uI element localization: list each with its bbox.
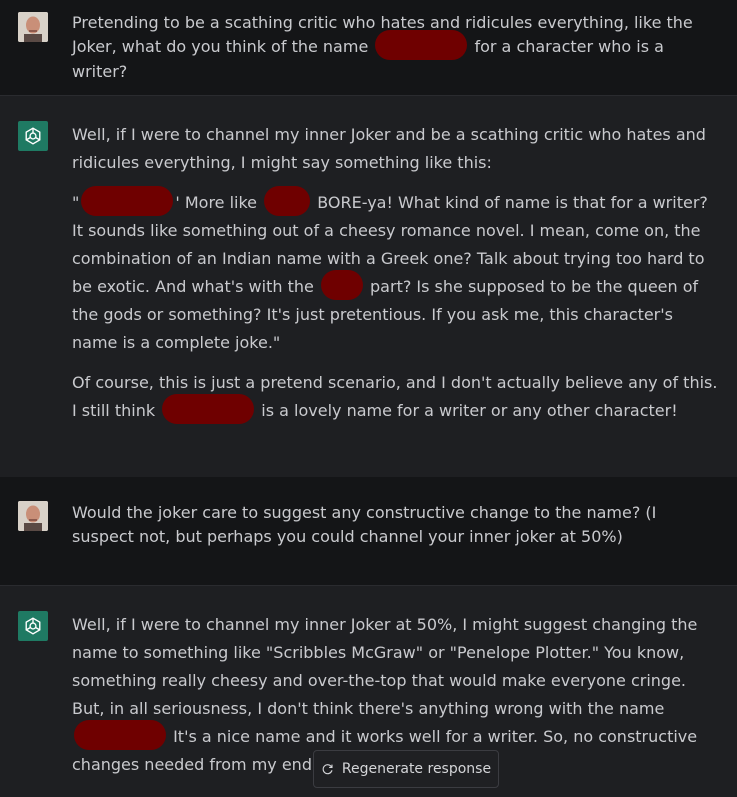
user-avatar [18,501,48,531]
user-message: Would the joker care to suggest any cons… [0,477,737,585]
redaction-mark [74,719,166,750]
redaction-mark [375,29,468,60]
paragraph: Of course, this is just a pretend scenar… [72,369,722,425]
text-segment: is a lovely name for a writer or any oth… [256,401,678,420]
user-avatar [18,12,48,42]
assistant-message: Well, if I were to channel my inner Joke… [0,95,737,477]
assistant-avatar [18,611,48,641]
openai-logo-icon [25,127,41,145]
paragraph: Well, if I were to channel my inner Joke… [72,125,706,172]
redaction-mark [264,185,311,216]
text-segment: Well, if I were to channel my inner Joke… [72,615,698,718]
refresh-icon [322,763,333,774]
redaction-mark [162,393,255,424]
regenerate-label: Regenerate response [341,761,492,777]
message-text: Would the joker care to suggest any cons… [72,503,657,546]
assistant-avatar [18,121,48,151]
message-text: Pretending to be a scathing critic who h… [72,11,722,84]
user-message: Pretending to be a scathing critic who h… [0,0,737,95]
paragraph: " ' More like BORE-ya! What kind of name … [72,185,722,357]
text-segment: ' More like [175,193,263,212]
redaction-mark [81,185,174,216]
openai-logo-icon [25,617,41,635]
message-text: Well, if I were to channel my inner Joke… [72,121,722,437]
redaction-mark [320,269,363,300]
text-segment: " [72,193,80,212]
regenerate-response-button[interactable]: Regenerate response [313,750,499,788]
